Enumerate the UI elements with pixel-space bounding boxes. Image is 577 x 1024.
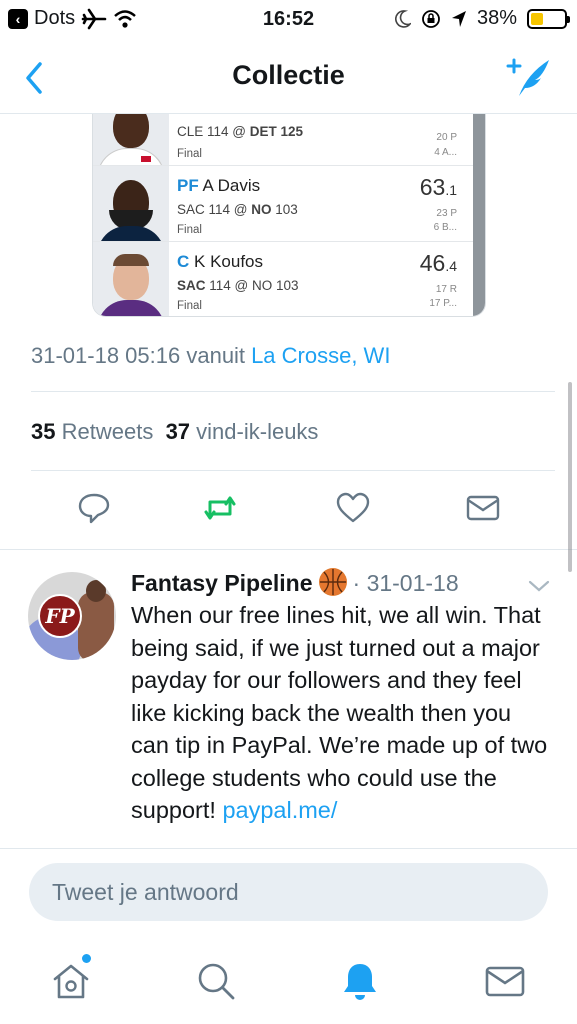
author-name[interactable]: Fantasy Pipeline: [131, 570, 313, 596]
scroll-indicator: [568, 382, 572, 572]
status-right: 38%: [395, 7, 570, 30]
player-stat-1: 20 P: [436, 132, 457, 143]
player-row: CLE 114 @ DET 125 Final 20 P 4 A...: [93, 114, 473, 166]
player-status: Final: [177, 148, 202, 160]
moon-icon: [395, 9, 411, 28]
player-stat-1: 23 P: [436, 208, 457, 219]
tweet-text: When our free lines hit, we all win. Tha…: [131, 602, 548, 823]
reply-bar: [0, 848, 577, 936]
bell-icon[interactable]: [339, 960, 381, 1002]
reply-input[interactable]: [29, 863, 548, 921]
player-status: Final: [177, 300, 202, 312]
home-notification-dot: [82, 954, 91, 963]
location-arrow-icon: [451, 10, 466, 27]
fp-logo: FP: [38, 594, 82, 638]
divider: [31, 470, 555, 471]
timestamp-text: 31-01-18 05:16 vanuit: [31, 343, 246, 368]
tweet-timestamp: 31-01-18 05:16 vanuit La Crosse, WI: [31, 343, 390, 369]
player-photo: [93, 166, 169, 241]
divider: [31, 391, 555, 392]
page-title: Collectie: [232, 60, 345, 90]
navigation-bar: Collectie: [0, 40, 577, 114]
engagement-counts: 35 Retweets 37 vind-ik-leuks: [31, 419, 318, 445]
compose-tweet-icon[interactable]: [505, 54, 555, 100]
player-game: CLE 114 @ DET 125: [177, 124, 304, 139]
player-name: C K Koufos: [177, 252, 264, 271]
battery-percent: 38%: [476, 7, 517, 29]
player-score: 46.4: [419, 250, 457, 276]
tab-bar: [0, 936, 577, 1024]
avatar[interactable]: FP: [28, 572, 116, 660]
reply-icon[interactable]: [76, 490, 112, 526]
tweet-link[interactable]: paypal.me/: [222, 797, 337, 823]
embedded-stats-card[interactable]: CLE 114 @ DET 125 Final 20 P 4 A... PF A…: [92, 114, 486, 317]
section-divider: [0, 549, 577, 550]
basketball-icon: [318, 568, 347, 596]
status-bar: ‹ Dots 16:52 38%: [0, 0, 577, 40]
envelope-icon[interactable]: [484, 960, 526, 1002]
player-photo: [93, 242, 169, 316]
envelope-icon[interactable]: [465, 490, 501, 526]
tweet-date: · 31-01-18: [352, 570, 459, 596]
player-status: Final: [177, 224, 202, 236]
player-row: C K Koufos SAC 114 @ NO 103 Final 46.4 1…: [93, 242, 473, 316]
player-photo: [93, 114, 169, 165]
player-stat-2: 6 B...: [433, 222, 457, 233]
likes-count-link[interactable]: 37 vind-ik-leuks: [166, 419, 319, 444]
tweet-header: Fantasy Pipeline · 31-01-18: [131, 568, 459, 597]
player-stat-2: 4 A...: [434, 147, 457, 158]
home-icon[interactable]: [50, 960, 92, 1002]
heart-icon[interactable]: [335, 490, 371, 526]
retweet-icon[interactable]: [202, 490, 238, 526]
player-stat-1: 17 R: [435, 284, 457, 295]
tweet-actions: [0, 490, 577, 532]
rotation-lock-icon: [422, 9, 440, 28]
card-scroll-strip: [473, 114, 485, 316]
player-score: 63.1: [419, 174, 457, 200]
player-name: PF A Davis: [177, 176, 261, 195]
search-icon[interactable]: [195, 960, 237, 1002]
battery-icon: [527, 8, 570, 29]
player-row: PF A Davis SAC 114 @ NO 103 Final 63.1 2…: [93, 166, 473, 242]
chevron-down-icon[interactable]: [526, 576, 552, 596]
player-stat-2: 17 P...: [429, 298, 457, 309]
retweets-count-link[interactable]: 35 Retweets: [31, 419, 153, 444]
location-link[interactable]: La Crosse, WI: [251, 343, 390, 368]
player-game: SAC 114 @ NO 103: [177, 278, 299, 293]
player-game: SAC 114 @ NO 103: [177, 202, 298, 217]
